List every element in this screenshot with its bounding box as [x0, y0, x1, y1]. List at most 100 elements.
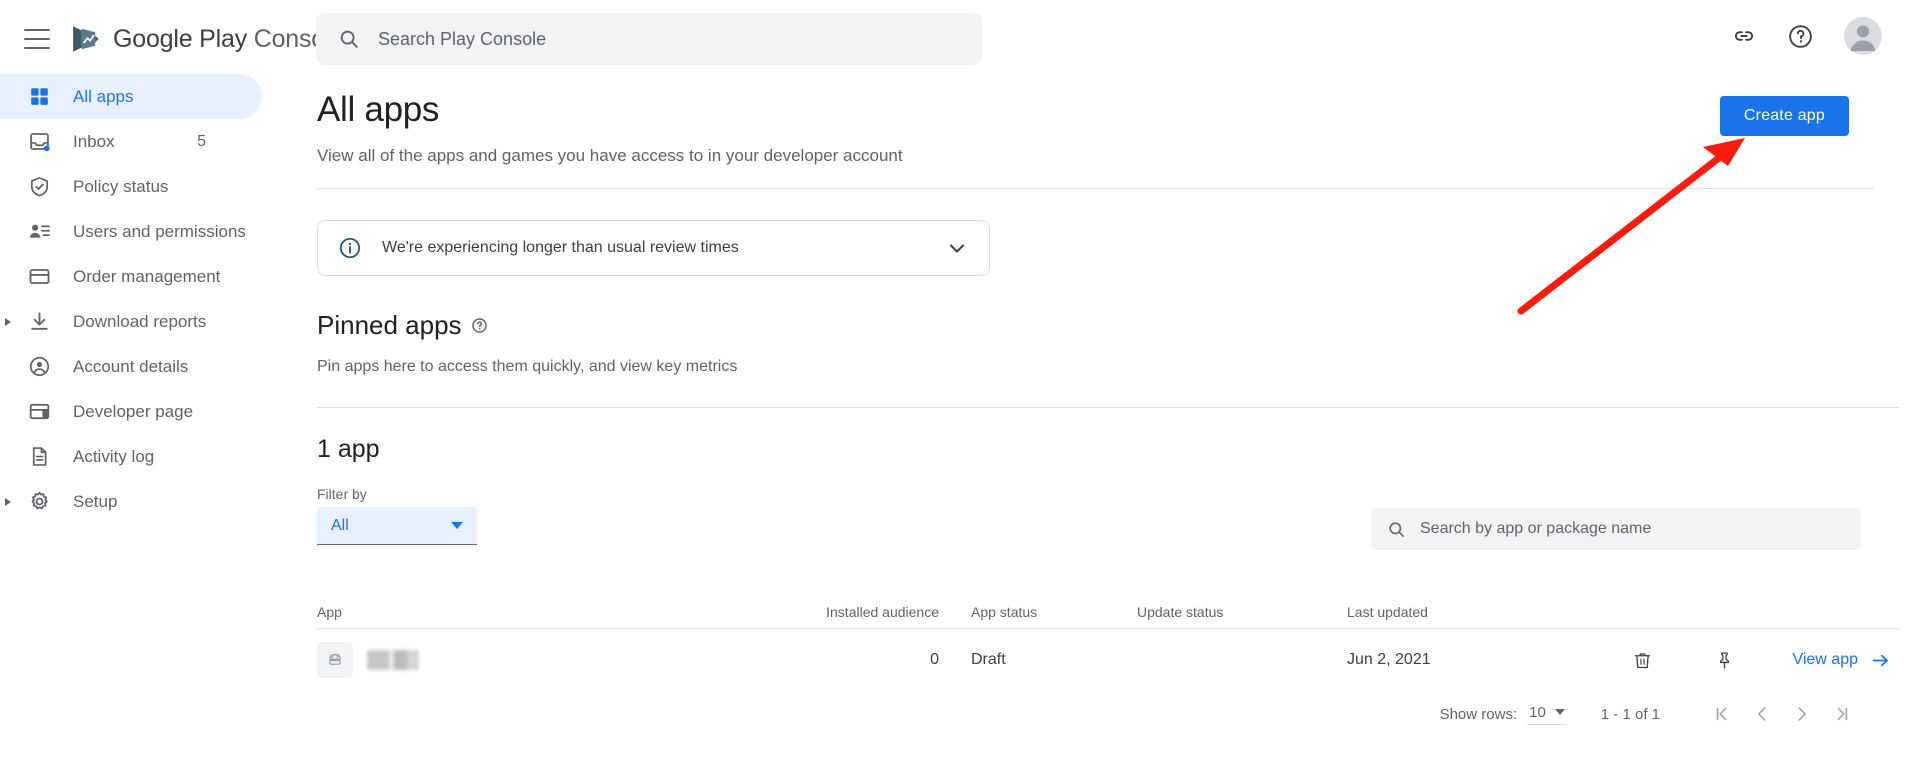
trash-icon[interactable]: [1620, 638, 1664, 682]
column-header-app: App: [317, 604, 342, 620]
help-circle-small-icon[interactable]: [471, 317, 488, 334]
search-input[interactable]: Search Play Console: [316, 13, 982, 65]
sidebar-item-label: Developer page: [73, 401, 194, 421]
main-content: All apps View all of the apps and games …: [292, 68, 1908, 763]
shield-check-icon: [26, 174, 52, 200]
inbox-badge-count: 5: [197, 132, 206, 150]
cell-last-updated: Jun 2, 2021: [1347, 651, 1431, 668]
inbox-icon: [26, 129, 52, 155]
table-row[interactable]: 0 Draft Jun 2, 2021 View app: [317, 629, 1899, 691]
gear-icon: [26, 489, 52, 515]
filter-by-label: Filter by: [317, 486, 367, 502]
filter-by-control: Filter by All: [317, 486, 477, 545]
column-header-last-updated: Last updated: [1347, 604, 1428, 620]
document-icon: [26, 444, 52, 470]
pinned-divider: [317, 407, 1899, 408]
sidebar-item-label: Inbox: [73, 131, 115, 151]
link-icon[interactable]: [1731, 23, 1757, 49]
review-times-banner[interactable]: We're experiencing longer than usual rev…: [317, 220, 990, 276]
sidebar-item-account-details[interactable]: Account details: [0, 344, 262, 389]
cell-app: [317, 642, 747, 678]
banner-message: We're experiencing longer than usual rev…: [382, 239, 739, 256]
app-count-label: 1 app: [317, 435, 380, 463]
android-app-icon: [317, 642, 353, 678]
sidebar-item-label: Users and permissions: [73, 221, 246, 241]
sidebar-item-label: Activity log: [73, 446, 155, 466]
brand-logo-link[interactable]: Google Play Console: [68, 22, 344, 56]
pinned-apps-header: Pinned apps: [317, 310, 1908, 341]
sidebar-item-developer-page[interactable]: Developer page: [0, 389, 262, 434]
brand-google-play: Google Play: [113, 24, 247, 53]
users-permissions-icon: [26, 219, 52, 245]
last-page-icon[interactable]: [1822, 694, 1862, 734]
play-console-page: Google Play Console Search Play Console: [0, 0, 1908, 763]
sidebar-item-activity-log[interactable]: Activity log: [0, 434, 262, 479]
chevron-down-icon[interactable]: [945, 236, 969, 260]
sidebar-item-users-permissions[interactable]: Users and permissions: [0, 209, 262, 254]
pinned-apps-subtitle: Pin apps here to access them quickly, an…: [317, 358, 738, 375]
sidebar-item-label: Setup: [73, 491, 118, 511]
pinned-apps-title: Pinned apps: [317, 310, 462, 340]
view-app-label: View app: [1792, 651, 1858, 668]
developer-page-icon: [26, 399, 52, 425]
search-icon: [340, 30, 358, 48]
prev-page-icon[interactable]: [1742, 694, 1782, 734]
first-page-icon[interactable]: [1702, 694, 1742, 734]
app-name-redacted: [367, 650, 419, 670]
sidebar-item-label: Policy status: [73, 176, 169, 196]
apps-table: App Installed audience App status Update…: [317, 590, 1899, 691]
top-app-bar: Google Play Console Search Play Console: [0, 0, 1908, 78]
search-icon: [1389, 521, 1405, 537]
sidebar-nav: All apps Inbox 5 Policy status Users and…: [0, 68, 292, 763]
sidebar-item-label: Order management: [73, 266, 221, 286]
pagination-controls: Show rows: 10 1 - 1 of 1: [1440, 694, 1862, 734]
grid-apps-icon: [26, 84, 52, 110]
sidebar-item-inbox[interactable]: Inbox 5: [0, 119, 262, 164]
create-app-button[interactable]: Create app: [1719, 96, 1849, 136]
top-bar-actions: [1731, 17, 1882, 55]
show-rows-label: Show rows:: [1439, 705, 1518, 723]
expand-arrow-icon[interactable]: [5, 497, 11, 506]
brand-title: Google Play Console: [113, 25, 344, 54]
hamburger-menu-icon[interactable]: [24, 29, 50, 49]
column-header-update-status: Update status: [1137, 604, 1224, 620]
column-header-app-status: App status: [971, 604, 1038, 620]
sidebar-item-label: All apps: [73, 86, 134, 106]
pin-icon[interactable]: [1702, 638, 1746, 682]
sidebar-item-policy-status[interactable]: Policy status: [0, 164, 262, 209]
credit-card-icon: [26, 264, 52, 290]
page-title: All apps: [317, 90, 440, 129]
sidebar-item-label: Download reports: [73, 311, 207, 331]
sidebar-item-download-reports[interactable]: Download reports: [0, 299, 262, 344]
view-app-link[interactable]: View app: [1792, 650, 1891, 671]
rows-per-page-select[interactable]: 10: [1527, 704, 1567, 725]
account-circle-icon: [26, 354, 52, 380]
rows-per-page-value: 10: [1529, 703, 1546, 721]
sidebar-item-order-management[interactable]: Order management: [0, 254, 262, 299]
arrow-right-icon: [1872, 654, 1888, 666]
sidebar-item-all-apps[interactable]: All apps: [0, 74, 262, 119]
app-search-placeholder: Search by app or package name: [1420, 520, 1652, 537]
sidebar-item-setup[interactable]: Setup: [0, 479, 262, 524]
next-page-icon[interactable]: [1782, 694, 1822, 734]
cell-installed-audience: 0: [930, 651, 939, 668]
google-play-console-logo-icon: [73, 26, 99, 52]
chevron-down-icon: [451, 522, 463, 529]
page-subtitle: View all of the apps and games you have …: [317, 146, 903, 165]
help-circle-icon[interactable]: [1787, 23, 1814, 50]
cell-app-status: Draft: [971, 651, 1006, 668]
filter-by-value: All: [331, 516, 349, 534]
pagination-range-label: 1 - 1 of 1: [1600, 705, 1660, 723]
cell-row-actions: View app: [1577, 638, 1899, 682]
header-divider: [317, 188, 1874, 189]
user-avatar-icon[interactable]: [1844, 17, 1882, 55]
search-placeholder: Search Play Console: [378, 28, 547, 49]
page-header: All apps View all of the apps and games …: [292, 68, 1908, 166]
app-search-input[interactable]: Search by app or package name: [1371, 508, 1861, 550]
filter-by-select[interactable]: All: [317, 507, 477, 545]
sidebar-item-label: Account details: [73, 356, 189, 376]
table-header-row: App Installed audience App status Update…: [317, 590, 1899, 620]
column-header-installed-audience: Installed audience: [826, 604, 939, 620]
info-circle-icon: [338, 236, 362, 260]
expand-arrow-icon[interactable]: [5, 317, 11, 326]
